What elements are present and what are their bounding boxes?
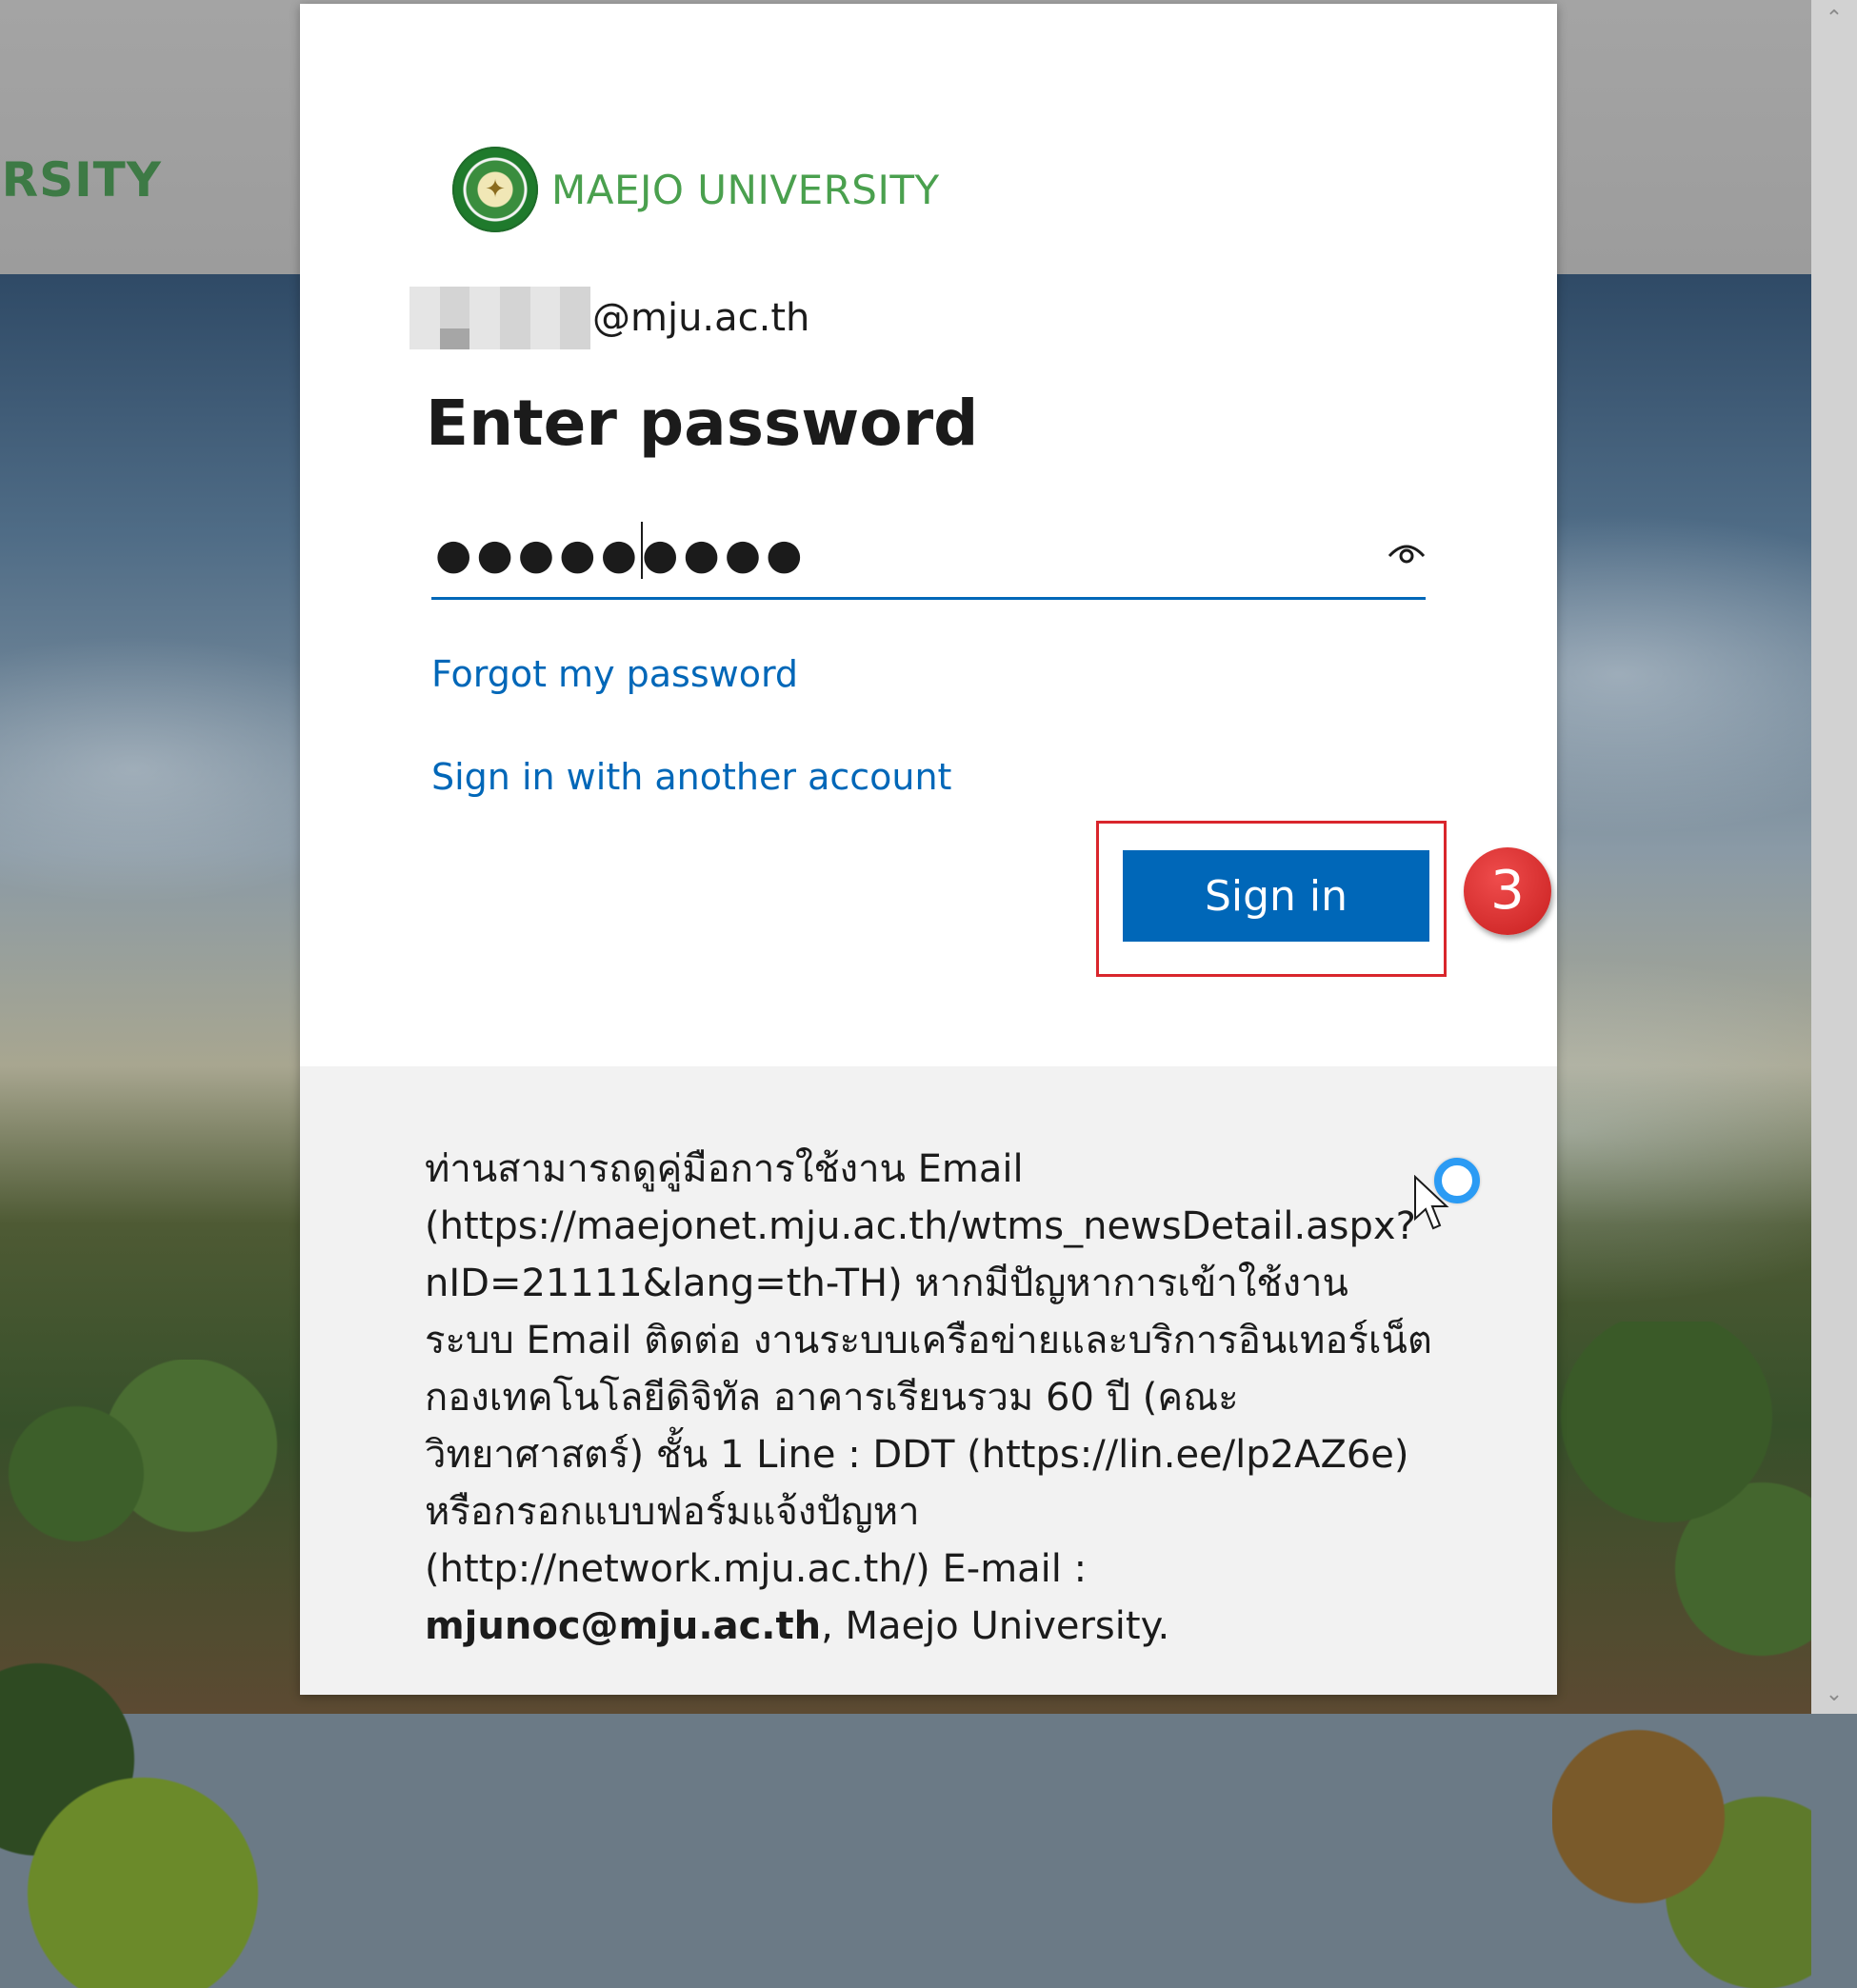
redacted-username <box>409 287 590 349</box>
background-trees-right <box>1552 1322 1811 1988</box>
info-suffix: , Maejo University. <box>821 1604 1170 1648</box>
sign-in-another-account-link[interactable]: Sign in with another account <box>431 756 951 798</box>
sign-in-button[interactable]: Sign in <box>1123 850 1429 942</box>
background-trees-left <box>0 1360 305 1988</box>
password-input[interactable] <box>431 526 1296 583</box>
account-identifier: @mju.ac.th <box>409 286 809 350</box>
forgot-password-link[interactable]: Forgot my password <box>431 653 798 695</box>
info-text: ท่านสามารถดูคู่มือการใช้งาน Email (https… <box>425 1141 1434 1655</box>
support-email: mjunoc@mju.ac.th <box>425 1604 822 1648</box>
chevron-up-icon[interactable]: ⌃ <box>1811 0 1857 38</box>
logo-text: MAEJO UNIVERSITY <box>551 166 940 213</box>
info-body: ท่านสามารถดูคู่มือการใช้งาน Email (https… <box>425 1147 1432 1591</box>
sign-in-dialog: ✦ MAEJO UNIVERSITY @mju.ac.th Enter pass… <box>300 4 1557 1695</box>
password-field[interactable] <box>431 514 1426 600</box>
university-seal-icon: ✦ <box>452 147 538 232</box>
eye-icon[interactable] <box>1384 533 1429 571</box>
text-caret <box>641 522 643 579</box>
chevron-down-icon[interactable]: ⌄ <box>1811 1676 1857 1714</box>
vertical-scrollbar[interactable]: ⌃ ⌄ <box>1811 0 1857 1714</box>
step-number-badge: 3 <box>1464 847 1551 935</box>
info-panel: ท่านสามารถดูคู่มือการใช้งาน Email (https… <box>300 1066 1557 1695</box>
university-logo: ✦ MAEJO UNIVERSITY <box>452 142 940 237</box>
background-brand-text: MAEJO UNIVERSITY <box>0 152 162 208</box>
page-title: Enter password <box>426 387 979 460</box>
account-domain: @mju.ac.th <box>592 296 810 340</box>
busy-spinner-icon <box>1434 1158 1480 1203</box>
